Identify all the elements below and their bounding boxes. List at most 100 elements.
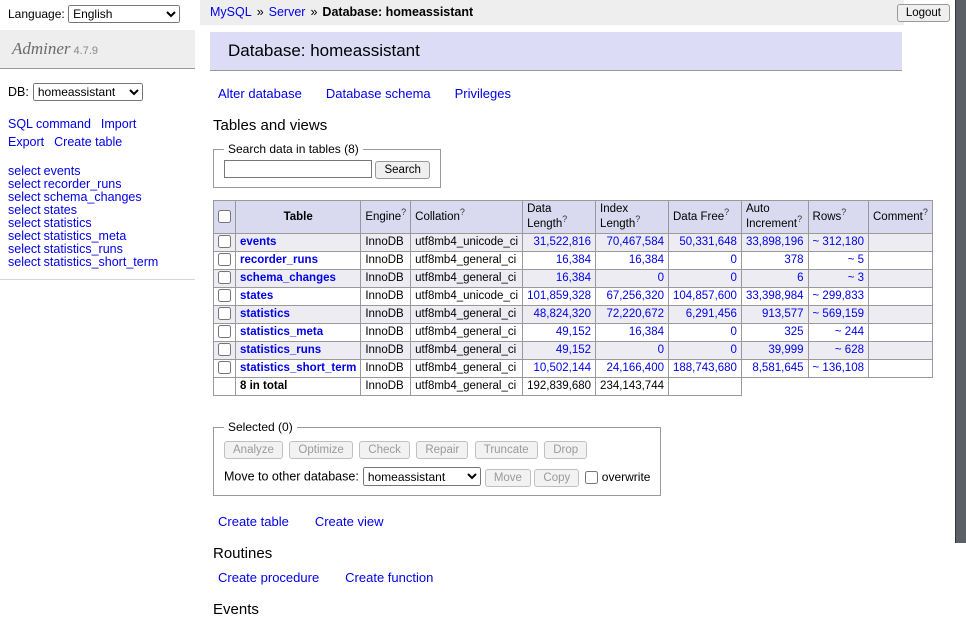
select-link[interactable]: select (8, 229, 41, 243)
move-button[interactable]: Move (485, 469, 531, 487)
index-length-link[interactable]: 72,220,672 (606, 308, 664, 320)
row-checkbox[interactable] (218, 235, 231, 248)
row-checkbox[interactable] (218, 289, 231, 302)
auto-increment-link[interactable]: 39,999 (768, 344, 803, 356)
select-link[interactable]: select (8, 203, 41, 217)
drop-button[interactable]: Drop (544, 441, 587, 459)
row-checkbox[interactable] (218, 253, 231, 266)
help-link[interactable]: ? (635, 214, 640, 224)
sidebar-table-link-statistics-meta[interactable]: statistics_meta (44, 229, 127, 243)
repair-button[interactable]: Repair (416, 441, 468, 459)
breadcrumb-link-server[interactable]: Server (269, 5, 306, 19)
row-checkbox[interactable] (218, 361, 231, 374)
auto-increment-link[interactable]: 325 (784, 326, 803, 338)
data-free-link[interactable]: 50,331,648 (679, 236, 737, 248)
auto-increment-link[interactable]: 913,577 (762, 308, 804, 320)
data-free-link[interactable]: 0 (731, 344, 737, 356)
rows-count-link[interactable]: ~ 136,108 (813, 362, 864, 374)
help-link[interactable]: ? (724, 207, 729, 217)
data-free-link[interactable]: 0 (731, 254, 737, 266)
data-length-link[interactable]: 49,152 (556, 344, 591, 356)
privileges-link[interactable]: Privileges (455, 86, 511, 101)
data-length-link[interactable]: 31,522,816 (533, 236, 591, 248)
index-length-link[interactable]: 16,384 (629, 326, 664, 338)
table-name-link[interactable]: states (240, 290, 273, 302)
db-select[interactable]: homeassistant (33, 83, 143, 101)
data-length-link[interactable]: 16,384 (556, 254, 591, 266)
sidebar-table-link-statistics-short-term[interactable]: statistics_short_term (44, 255, 159, 269)
language-select[interactable]: English (68, 5, 180, 23)
rows-count-link[interactable]: ~ 312,180 (813, 236, 864, 248)
data-free-link[interactable]: 188,743,680 (673, 362, 737, 374)
logout-button[interactable]: Logout (897, 4, 950, 22)
auto-increment-link[interactable]: 378 (784, 254, 803, 266)
sidebar-table-link-events[interactable]: events (44, 164, 81, 178)
export-link[interactable]: Export (8, 135, 44, 149)
table-name-link[interactable]: statistics (240, 308, 290, 320)
rows-count-link[interactable]: ~ 3 (848, 272, 864, 284)
index-length-link[interactable]: 0 (658, 344, 664, 356)
select-link[interactable]: select (8, 164, 41, 178)
alter-database-link[interactable]: Alter database (218, 86, 302, 101)
index-length-link[interactable]: 16,384 (629, 254, 664, 266)
row-checkbox[interactable] (218, 271, 231, 284)
select-link[interactable]: select (8, 190, 41, 204)
sidebar-table-link-states[interactable]: states (44, 203, 77, 217)
vertical-scrollbar[interactable] (955, 0, 966, 543)
import-link[interactable]: Import (101, 117, 136, 131)
truncate-button[interactable]: Truncate (475, 441, 538, 459)
data-length-link[interactable]: 49,152 (556, 326, 591, 338)
index-length-link[interactable]: 24,166,400 (606, 362, 664, 374)
help-link[interactable]: ? (401, 207, 406, 217)
help-link[interactable]: ? (841, 207, 846, 217)
optimize-button[interactable]: Optimize (289, 441, 352, 459)
data-free-link[interactable]: 0 (731, 272, 737, 284)
check-button[interactable]: Check (359, 441, 410, 459)
table-name-link[interactable]: statistics_runs (240, 344, 321, 356)
help-link[interactable]: ? (460, 207, 465, 217)
row-checkbox[interactable] (218, 307, 231, 320)
create-procedure-link[interactable]: Create procedure (218, 570, 319, 585)
data-length-link[interactable]: 16,384 (556, 272, 591, 284)
create-view-link[interactable]: Create view (315, 514, 384, 529)
table-name-link[interactable]: events (240, 236, 276, 248)
select-link[interactable]: select (8, 216, 41, 230)
create-function-link[interactable]: Create function (345, 570, 433, 585)
analyze-button[interactable]: Analyze (224, 441, 283, 459)
create-table-link-main[interactable]: Create table (218, 514, 289, 529)
data-length-link[interactable]: 48,824,320 (533, 308, 591, 320)
overwrite-checkbox[interactable] (585, 471, 598, 484)
copy-button[interactable]: Copy (534, 469, 579, 487)
sidebar-table-link-statistics-runs[interactable]: statistics_runs (44, 242, 123, 256)
move-db-select[interactable]: homeassistant (363, 467, 481, 486)
create-table-link[interactable]: Create table (54, 135, 122, 149)
auto-increment-link[interactable]: 6 (797, 272, 803, 284)
rows-count-link[interactable]: ~ 244 (835, 326, 864, 338)
search-button[interactable]: Search (375, 161, 429, 179)
data-free-link[interactable]: 6,291,456 (686, 308, 737, 320)
index-length-link[interactable]: 70,467,584 (606, 236, 664, 248)
help-link[interactable]: ? (797, 214, 802, 224)
select-link[interactable]: select (8, 177, 41, 191)
rows-count-link[interactable]: ~ 5 (848, 254, 864, 266)
data-length-link[interactable]: 101,859,328 (527, 290, 591, 302)
data-length-link[interactable]: 10,502,144 (533, 362, 591, 374)
help-link[interactable]: ? (562, 214, 567, 224)
sidebar-table-link-recorder-runs[interactable]: recorder_runs (44, 177, 122, 191)
row-checkbox[interactable] (218, 343, 231, 356)
sidebar-table-link-statistics[interactable]: statistics (44, 216, 92, 230)
auto-increment-link[interactable]: 8,581,645 (752, 362, 803, 374)
auto-increment-link[interactable]: 33,398,984 (746, 290, 804, 302)
help-link[interactable]: ? (923, 207, 928, 217)
select-link[interactable]: select (8, 242, 41, 256)
row-checkbox[interactable] (218, 325, 231, 338)
database-schema-link[interactable]: Database schema (326, 86, 431, 101)
table-name-link[interactable]: recorder_runs (240, 254, 318, 266)
rows-count-link[interactable]: ~ 628 (835, 344, 864, 356)
rows-count-link[interactable]: ~ 569,159 (813, 308, 864, 320)
sidebar-table-link-schema-changes[interactable]: schema_changes (44, 190, 142, 204)
search-input[interactable] (224, 160, 372, 178)
table-name-link[interactable]: schema_changes (240, 272, 336, 284)
sql-command-link[interactable]: SQL command (8, 117, 91, 131)
data-free-link[interactable]: 0 (731, 326, 737, 338)
